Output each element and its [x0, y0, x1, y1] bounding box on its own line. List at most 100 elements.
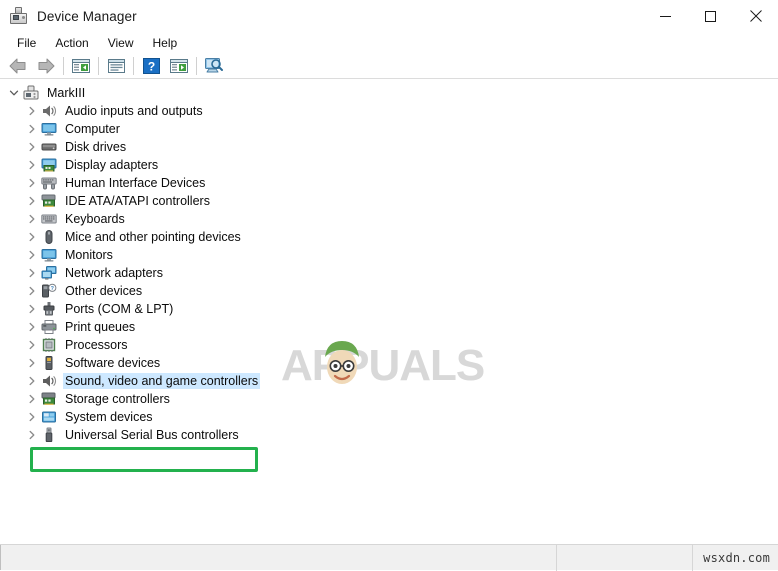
- chevron-right-icon[interactable]: [24, 373, 40, 389]
- chevron-right-icon[interactable]: [24, 211, 40, 227]
- help-button[interactable]: ?: [137, 54, 165, 78]
- forward-arrow-icon: [38, 58, 55, 73]
- tree-root-node[interactable]: MarkIII: [0, 84, 778, 102]
- tree-item-network-adapters[interactable]: Network adapters: [0, 264, 778, 282]
- tree-item-label: Keyboards: [65, 212, 125, 226]
- maximize-icon: [705, 10, 716, 22]
- chevron-right-icon[interactable]: [24, 157, 40, 173]
- chevron-right-icon[interactable]: [24, 427, 40, 443]
- menu-item-file[interactable]: File: [8, 34, 45, 52]
- chevron-right-icon[interactable]: [24, 139, 40, 155]
- tree-item-monitors[interactable]: Monitors: [0, 246, 778, 264]
- back-button[interactable]: [4, 54, 32, 78]
- tree-item-label: Display adapters: [65, 158, 159, 172]
- chevron-right-icon[interactable]: [24, 121, 40, 137]
- toolbar: ?: [0, 53, 778, 79]
- update-driver-icon: [170, 58, 188, 73]
- processor-icon: [41, 337, 57, 353]
- tree-item-label: Audio inputs and outputs: [65, 104, 203, 118]
- tree-item-display-adapters[interactable]: Display adapters: [0, 156, 778, 174]
- tree-item-label: IDE ATA/ATAPI controllers: [65, 194, 210, 208]
- properties-button[interactable]: [102, 54, 130, 78]
- device-manager-window: Device Manager File Action View Help ? M…: [0, 0, 778, 571]
- tree-item-mice-and-other-pointing-devices[interactable]: Mice and other pointing devices: [0, 228, 778, 246]
- tree-item-universal-serial-bus-controllers[interactable]: Universal Serial Bus controllers: [0, 426, 778, 444]
- chevron-right-icon[interactable]: [24, 283, 40, 299]
- tree-item-other-devices[interactable]: ? Other devices: [0, 282, 778, 300]
- close-icon: [749, 10, 762, 22]
- tree-item-ports-com-and-lpt[interactable]: Ports (COM & LPT): [0, 300, 778, 318]
- tree-item-label: Mice and other pointing devices: [65, 230, 241, 244]
- toolbar-separator-1: [63, 56, 64, 75]
- minimize-button[interactable]: [643, 0, 688, 32]
- device-tree[interactable]: MarkIII Audio inputs and outputs Compute…: [0, 79, 778, 544]
- show-hide-console-tree-button[interactable]: [67, 54, 95, 78]
- forward-button[interactable]: [32, 54, 60, 78]
- scan-for-hardware-changes-button[interactable]: [200, 54, 228, 78]
- tree-item-label: Human Interface Devices: [65, 176, 206, 190]
- usb-icon: [41, 427, 57, 443]
- tree-item-label: Ports (COM & LPT): [65, 302, 174, 316]
- status-cell-secondary: [557, 544, 693, 571]
- status-cell-watermark: wsxdn.com: [693, 545, 778, 571]
- keyboard-icon: [41, 211, 57, 227]
- status-cell-main: [0, 544, 557, 571]
- chevron-right-icon[interactable]: [24, 265, 40, 281]
- chevron-right-icon[interactable]: [24, 355, 40, 371]
- chevron-right-icon[interactable]: [24, 301, 40, 317]
- toolbar-separator-4: [196, 56, 197, 75]
- help-question-icon: ?: [142, 57, 160, 74]
- speaker-icon: [41, 103, 57, 119]
- tree-item-label: Network adapters: [65, 266, 163, 280]
- content-area: MarkIII Audio inputs and outputs Compute…: [0, 79, 778, 544]
- mouse-icon: [41, 229, 57, 245]
- tree-item-processors[interactable]: Processors: [0, 336, 778, 354]
- monitor-icon: [41, 247, 57, 263]
- tree-item-keyboards[interactable]: Keyboards: [0, 210, 778, 228]
- console-tree-icon: [72, 58, 90, 73]
- toolbar-separator-3: [133, 56, 134, 75]
- tree-root-label: MarkIII: [47, 86, 86, 100]
- window-controls: [643, 0, 778, 32]
- tree-item-sound-video-and-game-controllers[interactable]: Sound, video and game controllers: [0, 372, 778, 390]
- tree-item-computer[interactable]: Computer: [0, 120, 778, 138]
- menu-item-view[interactable]: View: [99, 34, 143, 52]
- window-title: Device Manager: [37, 8, 137, 24]
- tree-item-ide-ata-atapi-controllers[interactable]: IDE ATA/ATAPI controllers: [0, 192, 778, 210]
- properties-icon: [107, 58, 125, 73]
- chevron-right-icon[interactable]: [24, 337, 40, 353]
- tree-item-disk-drives[interactable]: Disk drives: [0, 138, 778, 156]
- tree-item-label: Software devices: [65, 356, 161, 370]
- chevron-right-icon[interactable]: [24, 409, 40, 425]
- tree-item-human-interface-devices[interactable]: Human Interface Devices: [0, 174, 778, 192]
- tree-item-label: Processors: [65, 338, 128, 352]
- chevron-right-icon[interactable]: [24, 319, 40, 335]
- menu-item-action[interactable]: Action: [46, 34, 97, 52]
- network-adapter-icon: [41, 265, 57, 281]
- chevron-right-icon[interactable]: [24, 193, 40, 209]
- tree-item-label: Other devices: [65, 284, 143, 298]
- statusbar-watermark-text: wsxdn.com: [703, 550, 770, 565]
- chevron-right-icon[interactable]: [24, 175, 40, 191]
- tree-item-label: Sound, video and game controllers: [63, 373, 261, 389]
- disk-drive-icon: [41, 139, 57, 155]
- close-button[interactable]: [733, 0, 778, 32]
- status-bar: wsxdn.com: [0, 544, 778, 571]
- tree-item-software-devices[interactable]: Software devices: [0, 354, 778, 372]
- chevron-right-icon[interactable]: [24, 391, 40, 407]
- tree-item-print-queues[interactable]: Print queues: [0, 318, 778, 336]
- chevron-down-icon[interactable]: [6, 85, 22, 101]
- system-device-icon: [41, 409, 57, 425]
- tree-item-storage-controllers[interactable]: Storage controllers: [0, 390, 778, 408]
- menu-bar: File Action View Help: [0, 32, 778, 53]
- chevron-right-icon[interactable]: [24, 103, 40, 119]
- chevron-right-icon[interactable]: [24, 247, 40, 263]
- svg-text:?: ?: [51, 286, 54, 292]
- update-driver-button[interactable]: [165, 54, 193, 78]
- menu-item-help[interactable]: Help: [144, 34, 187, 52]
- chevron-right-icon[interactable]: [24, 229, 40, 245]
- maximize-button[interactable]: [688, 0, 733, 32]
- title-bar: Device Manager: [0, 0, 778, 32]
- tree-item-audio-inputs-and-outputs[interactable]: Audio inputs and outputs: [0, 102, 778, 120]
- tree-item-system-devices[interactable]: System devices: [0, 408, 778, 426]
